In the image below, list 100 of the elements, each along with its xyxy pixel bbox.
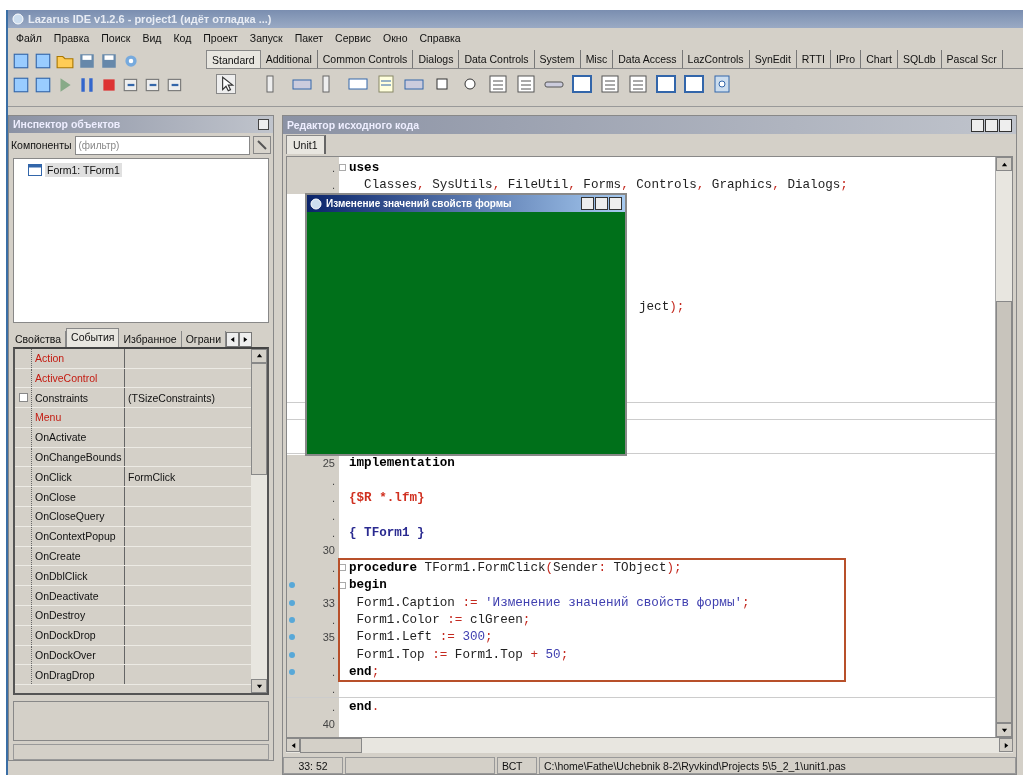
memo-icon[interactable] <box>376 74 396 94</box>
palette-tab[interactable]: Data Controls <box>459 50 535 68</box>
breakpoint-dot[interactable] <box>289 617 295 623</box>
page-icon[interactable] <box>34 52 52 70</box>
property-value[interactable]: FormClick <box>125 470 251 483</box>
property-name[interactable]: OnClose <box>31 487 125 507</box>
stop-icon[interactable] <box>100 76 118 94</box>
property-name[interactable]: OnCloseQuery <box>31 507 125 526</box>
palette-tab[interactable]: Pascal Scr <box>941 50 1003 68</box>
breakpoint-dot[interactable] <box>289 651 295 658</box>
inspector-tab[interactable]: События <box>66 327 120 347</box>
minimize-button[interactable] <box>581 197 594 210</box>
menu-item[interactable]: Файл <box>16 32 42 46</box>
inspector-tab[interactable]: Избранное <box>119 330 182 347</box>
list-icon[interactable] <box>516 74 536 94</box>
line-number: 35 <box>322 631 335 644</box>
scroll-up-icon[interactable] <box>255 352 263 360</box>
code-line: Form1.Left := 300; <box>355 630 493 645</box>
close-button[interactable] <box>999 118 1012 132</box>
scrollbar[interactable] <box>251 348 267 694</box>
breakpoint-dot[interactable] <box>289 668 295 675</box>
property-value[interactable]: (TSizeConstraints) <box>125 391 251 404</box>
palette-tab[interactable]: Common Controls <box>317 50 414 68</box>
list-icon[interactable] <box>628 74 648 94</box>
property-name[interactable]: Action <box>31 348 125 368</box>
property-name[interactable]: OnActivate <box>31 427 125 447</box>
clear-filter-icon[interactable] <box>253 136 271 155</box>
panel-icon[interactable] <box>572 74 592 94</box>
property-name[interactable]: OnClick <box>31 467 125 487</box>
palette-tab[interactable]: Data Access <box>613 50 683 68</box>
palette-tab[interactable]: IPro <box>830 50 862 68</box>
fold-marker[interactable] <box>339 564 346 572</box>
property-name[interactable]: OnCreate <box>31 546 125 566</box>
scroll-down-icon[interactable] <box>1000 726 1008 734</box>
scroll-right-icon[interactable] <box>1002 741 1010 749</box>
palette-tab[interactable]: Dialogs <box>413 50 460 68</box>
panel-icon[interactable] <box>656 74 676 94</box>
scroll-down-icon[interactable] <box>255 682 263 690</box>
minimize-button[interactable] <box>971 118 984 132</box>
palette-tab[interactable]: SQLdb <box>897 50 942 68</box>
maximize-button[interactable] <box>595 197 608 210</box>
list-icon[interactable] <box>488 74 508 94</box>
menu-item[interactable]: Пакет <box>294 32 324 46</box>
menu-item[interactable]: Справка <box>419 32 461 46</box>
panel-icon[interactable] <box>684 74 704 94</box>
property-name[interactable]: Menu <box>31 408 125 427</box>
menu-item[interactable]: Сервис <box>335 32 372 46</box>
palette-tab[interactable]: SynEdit <box>749 50 797 68</box>
breakpoint-dot[interactable] <box>289 582 295 589</box>
menu-item[interactable]: Проект <box>203 32 238 46</box>
pause-icon[interactable] <box>78 76 96 94</box>
property-name[interactable]: OnDeactivate <box>31 586 125 606</box>
property-name[interactable]: OnDblClick <box>31 566 125 586</box>
dock-icon[interactable] <box>258 119 269 130</box>
palette-tab[interactable]: Chart <box>861 50 898 68</box>
menu-item[interactable]: Окно <box>383 32 408 46</box>
line-number: . <box>331 648 335 661</box>
palette-tab[interactable]: System <box>534 50 581 68</box>
pointer-icon[interactable] <box>216 74 236 94</box>
scrollbar[interactable] <box>995 157 1012 737</box>
horizontal-scrollbar[interactable] <box>286 738 1013 753</box>
maximize-button[interactable] <box>985 118 998 132</box>
property-name[interactable]: OnDragDrop <box>31 665 125 685</box>
property-name[interactable]: OnContextPopup <box>31 526 125 546</box>
file-tab[interactable]: Unit1 <box>286 135 326 154</box>
palette-tab[interactable]: Misc <box>580 50 614 68</box>
palette-tab[interactable]: Additional <box>260 50 318 68</box>
tree-item[interactable]: Form1: TForm1 <box>45 162 122 177</box>
menu-item[interactable]: Вид <box>142 32 162 46</box>
property-name[interactable]: Constraints <box>31 388 125 408</box>
page-icon[interactable] <box>12 76 30 94</box>
scroll-up-icon[interactable] <box>1000 160 1008 168</box>
close-button[interactable] <box>609 197 622 210</box>
scroll-left-icon[interactable] <box>289 741 297 749</box>
fold-marker[interactable] <box>339 164 346 172</box>
scroll-right-icon[interactable] <box>239 331 252 347</box>
list-icon[interactable] <box>600 74 620 94</box>
code-line: {$R *.lfm} <box>348 491 425 506</box>
menu-item[interactable]: Код <box>173 32 192 46</box>
breakpoint-dot[interactable] <box>289 634 295 641</box>
menu-item[interactable]: Запуск <box>249 32 283 46</box>
scroll-left-icon[interactable] <box>226 331 239 347</box>
property-name[interactable]: OnDockDrop <box>31 625 125 645</box>
page-icon[interactable] <box>34 76 52 94</box>
palette-tab[interactable]: RTTI <box>796 50 831 68</box>
property-name[interactable]: OnDockOver <box>31 645 125 665</box>
expand-icon[interactable] <box>18 393 28 403</box>
breakpoint-dot[interactable] <box>289 599 295 606</box>
property-name[interactable]: ActiveControl <box>31 368 125 388</box>
palette-tab[interactable]: LazControls <box>682 50 750 68</box>
fold-marker[interactable] <box>339 581 346 589</box>
property-name[interactable]: OnDestroy <box>31 606 125 625</box>
menu-item[interactable]: Поиск <box>101 32 131 46</box>
property-name[interactable]: OnChangeBounds <box>31 447 125 467</box>
globe-icon <box>12 13 24 25</box>
page-icon[interactable] <box>12 52 30 70</box>
scroll-thumb[interactable] <box>300 738 362 753</box>
menu-item[interactable]: Правка <box>53 32 90 46</box>
palette-tab[interactable]: Standard <box>206 50 261 68</box>
filter-field[interactable]: (фильтр) <box>74 135 250 155</box>
